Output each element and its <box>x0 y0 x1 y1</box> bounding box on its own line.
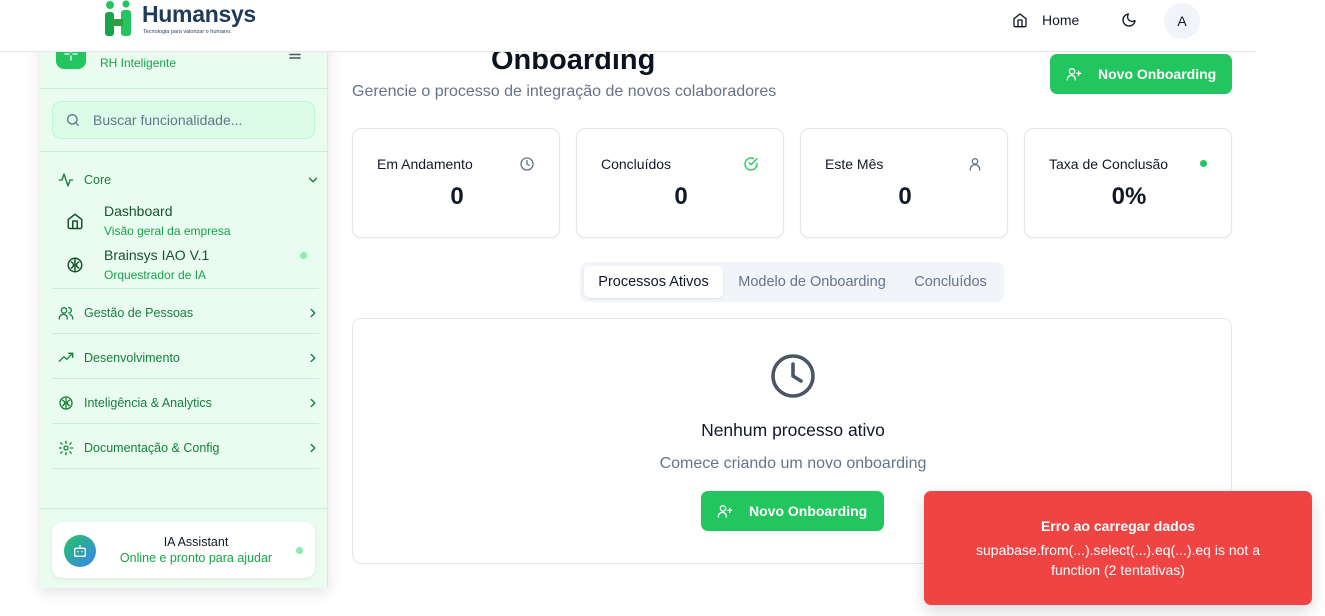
tab-concluidos[interactable]: Concluídos <box>901 266 1000 298</box>
stat-card-este-mes: Este Mês 0 <box>800 128 1008 238</box>
brand-name: Humansys <box>142 1 256 27</box>
status-dot <box>300 252 307 259</box>
stat-label: Taxa de Conclusão <box>1049 156 1169 172</box>
divider <box>52 378 319 379</box>
clock-icon <box>771 354 815 398</box>
divider <box>52 468 319 469</box>
stat-card-taxa-conclusao: Taxa de Conclusão 0% <box>1024 128 1232 238</box>
empty-state-subtitle: Comece criando um novo onboarding <box>659 455 927 472</box>
ia-assistant-title: IA Assistant <box>163 535 229 549</box>
sidebar-section-label: Documentação & Config <box>84 441 220 455</box>
stat-value: 0 <box>898 183 912 210</box>
ia-assistant-status: Online e pronto para ajudar <box>119 551 273 565</box>
chevron-right-icon <box>310 308 316 318</box>
tab-processos-ativos[interactable]: Processos Ativos <box>584 266 723 298</box>
sidebar-search[interactable] <box>52 101 315 139</box>
clock-icon <box>520 157 534 171</box>
divider <box>52 333 319 334</box>
sidebar-section-core[interactable]: Core <box>58 165 320 195</box>
bot-icon <box>64 535 96 567</box>
stat-value: 0 <box>450 183 464 210</box>
moon-icon <box>1122 13 1136 27</box>
theme-toggle-button[interactable] <box>1114 6 1144 34</box>
check-circle-icon <box>744 157 758 171</box>
nav-home-label: Home <box>1042 12 1080 28</box>
activity-icon <box>58 173 74 187</box>
page-subtitle: Gerencie o processo de integração de nov… <box>352 83 777 100</box>
online-status-dot <box>296 547 303 554</box>
sidebar-item-dashboard[interactable]: Dashboard Visão geral da empresa <box>66 203 316 243</box>
user-avatar[interactable]: A <box>1164 3 1200 39</box>
sidebar-section-desenvolvimento[interactable]: Desenvolvimento <box>58 343 320 373</box>
sidebar-section-inteligencia[interactable]: Inteligência & Analytics <box>58 388 320 418</box>
onboarding-tabs: Processos Ativos Modelo de Onboarding Co… <box>580 262 1004 302</box>
sidebar-section-label: Desenvolvimento <box>84 351 180 365</box>
stat-value: 0 <box>674 183 688 210</box>
top-bar: Humansys Tecnologia para valorizar o hum… <box>0 0 1256 52</box>
error-toast-message: supabase.from(...).select(...).eq(...).e… <box>976 542 1260 578</box>
sidebar-section-label: Gestão de Pessoas <box>84 306 194 320</box>
nav-home-link[interactable]: Home <box>1004 6 1087 34</box>
error-toast[interactable]: Erro ao carregar dados supabase.from(...… <box>924 491 1312 605</box>
home-icon <box>1013 13 1027 28</box>
divider <box>52 423 319 424</box>
tab-modelo-onboarding[interactable]: Modelo de Onboarding <box>727 266 897 298</box>
sidebar-section-label: Inteligência & Analytics <box>84 396 212 410</box>
sidebar-section-documentacao[interactable]: Documentação & Config <box>58 433 320 463</box>
divider <box>40 151 328 152</box>
chevron-right-icon <box>310 443 316 453</box>
empty-state-title: Nenhum processo ativo <box>701 420 885 440</box>
stat-label: Concluídos <box>601 156 672 172</box>
chevron-right-icon <box>310 353 316 363</box>
settings-icon <box>58 440 74 456</box>
stat-card-concluidos: Concluídos 0 <box>576 128 784 238</box>
chevron-down-icon <box>308 177 318 183</box>
brand-tagline: Tecnologia para valorizar o humano. <box>143 29 232 35</box>
user-plus-icon <box>717 505 733 518</box>
sidebar-item-title: Brainsys IAO V.1 <box>104 247 210 263</box>
empty-new-onboarding-button[interactable]: Novo Onboarding <box>701 491 884 531</box>
stat-card-em-andamento: Em Andamento 0 <box>352 128 560 238</box>
search-input[interactable] <box>93 112 293 128</box>
sidebar-section-label: Core <box>84 173 112 187</box>
divider <box>52 288 319 289</box>
brain-icon <box>67 257 83 273</box>
status-dot <box>1200 160 1207 167</box>
app-subtitle: RH Inteligente <box>100 56 177 70</box>
users-icon <box>58 307 74 320</box>
sidebar-item-title: Dashboard <box>104 203 173 219</box>
new-onboarding-button[interactable]: Novo Onboarding <box>1050 54 1232 94</box>
sidebar-item-brainsys[interactable]: Brainsys IAO V.1 Orquestrador de IA <box>66 247 316 287</box>
stat-label: Este Mês <box>825 156 884 172</box>
stat-label: Em Andamento <box>377 156 473 172</box>
error-toast-title: Erro ao carregar dados <box>1040 518 1196 534</box>
user-icon <box>969 158 981 171</box>
brand-logo[interactable]: Humansys Tecnologia para valorizar o hum… <box>104 0 264 40</box>
humansys-logo-icon <box>105 0 131 36</box>
chevron-right-icon <box>310 398 316 408</box>
sidebar-item-desc: Orquestrador de IA <box>104 268 207 282</box>
sidebar-footer: IA Assistant Online e pronto para ajudar <box>40 508 328 588</box>
stat-value: 0% <box>1111 183 1147 210</box>
search-icon <box>67 114 79 126</box>
brain-icon <box>59 396 73 410</box>
user-plus-icon <box>1066 68 1082 81</box>
new-onboarding-label: Novo Onboarding <box>1098 66 1217 82</box>
sidebar-section-gestao-pessoas[interactable]: Gestão de Pessoas <box>58 298 320 328</box>
sidebar-item-desc: Visão geral da empresa <box>104 224 231 238</box>
sidebar: RH Inteligente Core Dashboard Visão gera… <box>40 30 328 588</box>
ia-assistant-card[interactable]: IA Assistant Online e pronto para ajudar <box>52 522 315 578</box>
trending-up-icon <box>58 352 74 362</box>
home-icon <box>67 213 83 230</box>
empty-new-onboarding-label: Novo Onboarding <box>749 503 868 519</box>
